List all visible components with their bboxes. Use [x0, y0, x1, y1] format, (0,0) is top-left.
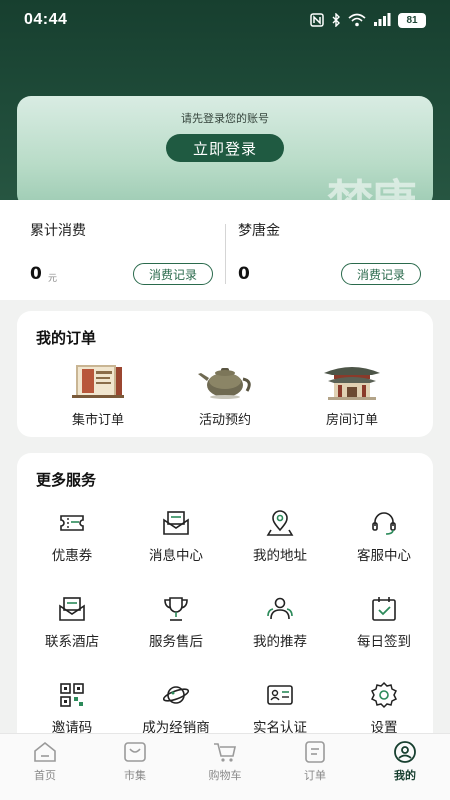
bottom-tab-bar: 首页 市集 购物车 订单 我的: [0, 733, 450, 800]
activity-booking-item[interactable]: 活动预约: [170, 359, 280, 429]
profile-icon: [394, 741, 416, 763]
qrcode-icon: [60, 683, 84, 707]
headset-icon: [372, 512, 396, 535]
service-after-sales-label: 服务售后: [149, 634, 203, 650]
users-icon: [267, 597, 293, 620]
tab-cart[interactable]: 购物车: [180, 740, 270, 783]
service-coupon[interactable]: 优惠券: [20, 508, 124, 564]
planet-icon: [162, 686, 190, 704]
login-card: 请先登录您的账号 立即登录 梦唐: [17, 96, 433, 208]
orders-card: 我的订单 集市订单 活动预约 房间订单: [17, 311, 433, 437]
service-coupon-label: 优惠券: [51, 548, 93, 564]
service-message-label: 消息中心: [149, 548, 203, 564]
nfc-icon: [310, 13, 324, 27]
panel-notch: [200, 200, 224, 208]
stats-divider: [225, 224, 226, 284]
market-order-image: [72, 365, 124, 398]
home-icon: [34, 741, 56, 762]
signal-icon: [374, 13, 391, 26]
spend-record-button[interactable]: 消费记录: [133, 263, 213, 285]
market-icon: [124, 742, 146, 762]
tab-market[interactable]: 市集: [90, 740, 180, 783]
service-settings[interactable]: 设置: [332, 680, 436, 736]
service-address[interactable]: 我的地址: [228, 508, 332, 564]
service-contact-hotel-label: 联系酒店: [45, 634, 99, 650]
total-spend-unit: 元: [48, 274, 58, 284]
service-after-sales[interactable]: 服务售后: [124, 594, 228, 650]
message-icon: [163, 511, 189, 535]
tab-cart-label: 购物车: [208, 769, 242, 782]
status-icons: 81: [310, 12, 426, 28]
battery-icon: 81: [398, 12, 426, 28]
tab-orders[interactable]: 订单: [270, 740, 360, 783]
service-verification[interactable]: 实名认证: [228, 680, 332, 736]
service-support-label: 客服中心: [357, 548, 411, 564]
order-icon: [305, 741, 325, 763]
orders-title: 我的订单: [36, 329, 97, 347]
id-card-icon: [267, 685, 293, 705]
service-invite-code[interactable]: 邀请码: [20, 680, 124, 736]
service-checkin[interactable]: 每日签到: [332, 594, 436, 650]
dream-gold-title: 梦唐金: [238, 223, 280, 239]
tab-home-label: 首页: [34, 769, 56, 782]
login-hint: 请先登录您的账号: [181, 112, 269, 125]
dream-gold-section: 梦唐金 0 消费记录: [238, 200, 428, 300]
wifi-icon: [348, 13, 366, 27]
coupon-icon: [60, 515, 84, 531]
service-checkin-label: 每日签到: [357, 634, 411, 650]
location-icon: [266, 510, 294, 536]
gear-icon: [370, 681, 398, 709]
total-spend-value: 0: [30, 264, 42, 284]
calendar-check-icon: [372, 597, 396, 621]
mail-icon: [59, 597, 85, 621]
service-contact-hotel[interactable]: 联系酒店: [20, 594, 124, 650]
bluetooth-icon: [332, 13, 340, 27]
tab-market-label: 市集: [124, 769, 146, 782]
service-referral[interactable]: 我的推荐: [228, 594, 332, 650]
service-support[interactable]: 客服中心: [332, 508, 436, 564]
services-title: 更多服务: [36, 471, 97, 489]
status-time: 04:44: [24, 11, 68, 28]
tab-orders-label: 订单: [304, 769, 326, 782]
service-message[interactable]: 消息中心: [124, 508, 228, 564]
tab-profile-label: 我的: [394, 769, 416, 782]
market-order-item[interactable]: 集市订单: [43, 359, 153, 429]
dream-gold-value: 0: [238, 264, 250, 284]
status-bar: 04:44 81: [0, 0, 450, 40]
trophy-icon: [164, 597, 188, 621]
total-spend-title: 累计消费: [30, 223, 86, 239]
activity-booking-label: 活动预约: [198, 413, 251, 428]
room-order-item[interactable]: 房间订单: [297, 359, 407, 429]
service-address-label: 我的地址: [253, 548, 307, 564]
tab-profile[interactable]: 我的: [360, 740, 450, 783]
service-dealer[interactable]: 成为经销商: [124, 680, 228, 736]
pavilion-image: [324, 367, 380, 400]
service-referral-label: 我的推荐: [253, 634, 307, 650]
market-order-label: 集市订单: [71, 413, 124, 428]
gold-record-button[interactable]: 消费记录: [341, 263, 421, 285]
tab-home[interactable]: 首页: [0, 740, 90, 783]
services-card: 更多服务 优惠券 消息中心 我的地址 客服中心 联系酒店 服务售后 我的推荐 每…: [17, 453, 433, 753]
teapot-image: [198, 368, 251, 399]
login-button[interactable]: 立即登录: [166, 134, 284, 162]
total-spend-section: 累计消费 0 元 消费记录: [30, 200, 220, 300]
room-order-label: 房间订单: [325, 413, 378, 428]
cart-icon: [214, 743, 236, 762]
